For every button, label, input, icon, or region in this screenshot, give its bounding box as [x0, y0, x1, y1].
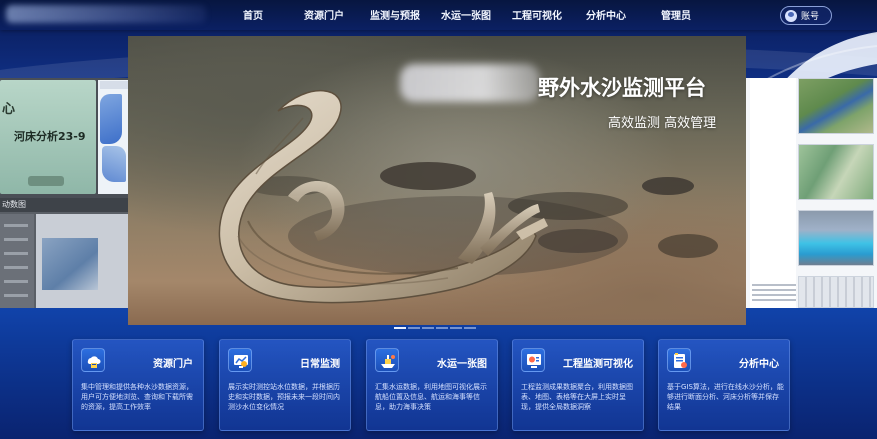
nav-monitoring-forecast[interactable]: 监测与预报 — [370, 7, 420, 22]
prev-slide-big-text: 心 — [2, 102, 16, 117]
next-slide-text-column — [750, 78, 796, 308]
dashboard-screen-icon — [521, 348, 545, 372]
prev-slide-title: 河床分析23-9 — [14, 130, 86, 143]
prev-slide-map-thumb — [98, 80, 130, 194]
card-resource-portal[interactable]: 资源门户 集中管理和提供各种水沙数据资源，用户可方便地浏览、查询和下载所需的资源… — [72, 339, 204, 431]
card-daily-monitoring[interactable]: 日常监测 展示实时测控站水位数据，并根据历史和实时数据，预报未来一段时间内测沙水… — [219, 339, 351, 431]
user-avatar-icon — [785, 9, 797, 22]
prev-slide-card: 心 河床分析23-9 — [0, 80, 96, 194]
carousel-dot[interactable] — [422, 327, 434, 329]
hero-subtitle: 高效监测 高效管理 — [608, 116, 717, 131]
carousel-dot[interactable] — [408, 327, 420, 329]
ship-map-icon — [375, 348, 399, 372]
card-title: 工程监测可视化 — [563, 359, 633, 370]
nav-home[interactable]: 首页 — [243, 7, 263, 22]
card-description: 基于GIS算法，进行在线水沙分析，能够进行断面分析、河床分析等并保存结果 — [667, 383, 784, 411]
card-waterway-map[interactable]: 水运一张图 汇集水运数据，利用地图可视化展示航船位置及信息、航运和海事等信息，助… — [366, 339, 498, 431]
next-slide-table — [798, 276, 874, 308]
card-analysis-center[interactable]: 分析中心 基于GIS算法，进行在线水沙分析，能够进行断面分析、河床分析等并保存结… — [658, 339, 790, 431]
prev-slide-map-panel: 动数图 — [0, 198, 130, 308]
analysis-doc-icon — [667, 348, 691, 372]
carousel-next-slide[interactable] — [746, 78, 877, 308]
nav-resource-portal[interactable]: 资源门户 — [304, 7, 344, 22]
hero-title: 野外水沙监测平台 — [538, 76, 706, 100]
card-engineering-visualization[interactable]: 工程监测可视化 工程监测成果数据聚合，利用数据图表、地图、表格等在大屏上实时呈现… — [512, 339, 644, 431]
map-monitor-icon — [228, 348, 252, 372]
next-slide-stadium-photo — [798, 210, 874, 266]
nav-analysis-center[interactable]: 分析中心 — [586, 7, 626, 22]
card-title: 水运一张图 — [437, 359, 487, 370]
carousel-dot[interactable] — [394, 327, 406, 329]
card-description: 汇集水运数据，利用地图可视化展示航船位置及信息、航运和海事等信息，助力海事决策 — [375, 383, 487, 411]
prev-slide-button — [28, 176, 64, 186]
card-title: 分析中心 — [739, 359, 779, 370]
account-label: 账号 — [801, 12, 820, 22]
card-description: 集中管理和提供各种水沙数据资源，用户可方便地浏览、查询和下载所需的资源，提高工作… — [81, 383, 193, 411]
account-button[interactable]: 账号 — [780, 6, 832, 25]
hero-title-redacted — [400, 64, 540, 102]
carousel-dot[interactable] — [464, 327, 476, 329]
nav-waterway-map[interactable]: 水运一张图 — [441, 7, 491, 22]
hero-banner[interactable]: 野外水沙监测平台 高效监测 高效管理 — [128, 36, 746, 325]
nav-engineering-visualization[interactable]: 工程可视化 — [512, 7, 562, 22]
carousel-dot[interactable] — [450, 327, 462, 329]
next-slide-terrain-map — [798, 144, 874, 200]
card-title: 日常监测 — [300, 359, 340, 370]
top-nav-bar: 首页 资源门户 监测与预报 水运一张图 工程可视化 分析中心 管理员 账号 — [0, 0, 877, 30]
card-title: 资源门户 — [153, 359, 193, 370]
carousel-prev-slide[interactable]: 心 河床分析23-9 动数图 — [0, 78, 130, 308]
carousel-indicators — [394, 327, 476, 329]
next-slide-lake-map — [798, 78, 874, 134]
logo[interactable] — [6, 5, 206, 23]
carousel-dot[interactable] — [436, 327, 448, 329]
prev-slide-map-header: 动数图 — [2, 200, 26, 209]
card-description: 工程监测成果数据聚合，利用数据图表、地图、表格等在大屏上实时呈现，提供全局数据洞… — [521, 383, 633, 411]
card-description: 展示实时测控站水位数据，并根据历史和实时数据，预报未来一段时间内测沙水位变化情况 — [228, 383, 340, 411]
archive-cloud-icon — [81, 348, 105, 372]
nav-admin[interactable]: 管理员 — [661, 7, 691, 22]
